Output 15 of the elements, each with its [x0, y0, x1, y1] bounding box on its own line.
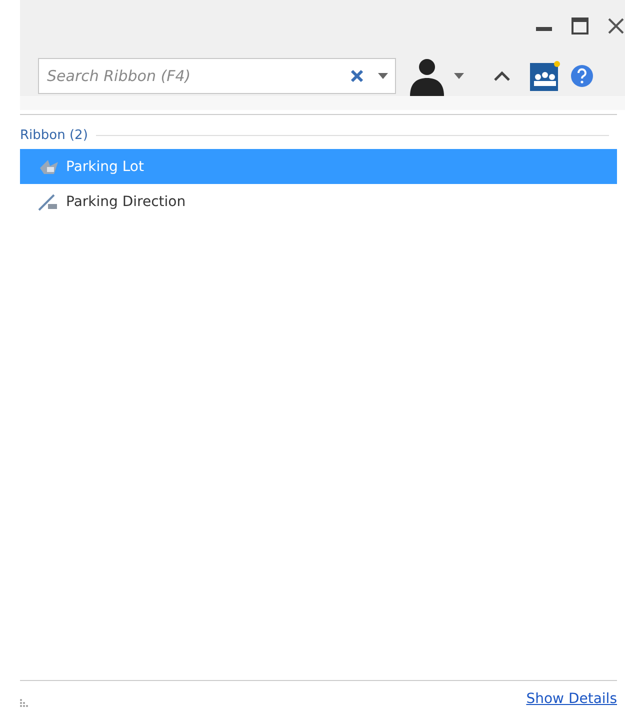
help-icon[interactable] — [570, 64, 594, 88]
maximize-icon[interactable] — [571, 17, 589, 35]
result-item[interactable]: Parking Direction — [20, 184, 617, 219]
close-icon[interactable] — [607, 17, 625, 35]
caret-icon[interactable] — [378, 73, 388, 79]
caret-icon[interactable] — [454, 73, 464, 79]
community-icon[interactable] — [530, 61, 560, 91]
sign-icon — [38, 192, 60, 210]
collapse-icon[interactable] — [494, 71, 510, 81]
clear-icon[interactable] — [350, 69, 364, 83]
resize-grip-icon[interactable] — [20, 699, 28, 707]
group-header: Ribbon (2) — [20, 128, 88, 143]
parking-icon — [38, 158, 60, 176]
show-details-link[interactable]: Show Details — [526, 691, 617, 707]
search-field[interactable]: Search Ribbon (F4) — [38, 58, 396, 94]
